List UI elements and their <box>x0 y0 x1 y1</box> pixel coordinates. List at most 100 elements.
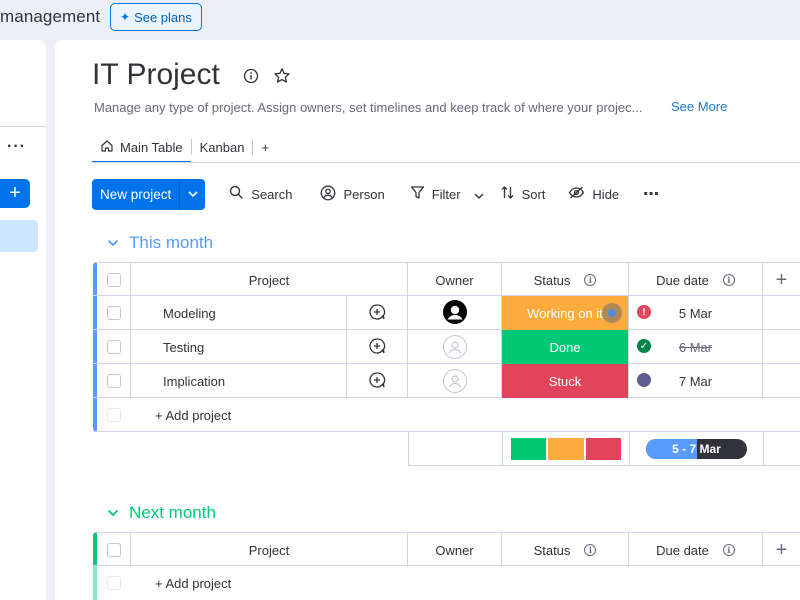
info-icon[interactable]: i <box>584 544 597 556</box>
add-update-icon[interactable] <box>368 337 386 358</box>
group-header-this-month[interactable]: This month <box>107 233 213 253</box>
tab-kanban[interactable]: Kanban <box>192 132 253 162</box>
sort-button[interactable]: Sort <box>500 185 546 203</box>
info-icon[interactable]: i <box>722 274 735 286</box>
status-segment <box>510 437 547 460</box>
group-header-next-month[interactable]: Next month <box>107 503 216 523</box>
avatar[interactable] <box>442 299 467 327</box>
due-date-value: 5 Mar <box>678 305 713 321</box>
owner-cell[interactable] <box>408 296 502 330</box>
filter-button[interactable]: Filter <box>410 185 484 203</box>
column-header-project[interactable]: Project <box>131 533 408 567</box>
select-all-cell[interactable] <box>93 533 131 567</box>
overdue-alert-icon: ! <box>637 305 651 319</box>
status-summary-cell[interactable] <box>503 432 630 466</box>
sort-label: Sort <box>521 186 546 202</box>
page-title[interactable]: IT Project <box>92 58 220 92</box>
search-button[interactable]: Search <box>229 185 292 203</box>
empty-avatar-icon[interactable] <box>442 369 467 393</box>
more-actions-icon[interactable]: ⋯ <box>643 184 659 204</box>
column-header-project[interactable]: Project <box>131 263 408 297</box>
see-plans-button[interactable]: ✦ See plans <box>110 3 202 31</box>
row-checkbox[interactable] <box>106 306 121 320</box>
new-project-button[interactable]: New project <box>92 178 206 210</box>
empty-avatar-icon[interactable] <box>442 335 467 359</box>
add-project-input[interactable]: + Add project <box>131 566 800 600</box>
add-view-button[interactable]: + <box>253 132 277 162</box>
tab-label: Kanban <box>199 139 245 155</box>
column-header-status[interactable]: Status i <box>502 533 629 567</box>
info-icon[interactable]: i <box>584 274 597 286</box>
chevron-down-icon[interactable] <box>107 506 119 520</box>
see-more-link[interactable]: See More <box>671 99 727 114</box>
info-icon[interactable]: i <box>722 544 735 556</box>
timeline-bar[interactable]: 5 - 7 Mar <box>646 438 747 459</box>
table-row[interactable]: Modeling Working on it ! 5 Mar <box>93 296 800 330</box>
status-header-label: Status <box>533 542 571 558</box>
row-select-cell[interactable] <box>93 364 131 398</box>
status-cell[interactable]: Done <box>502 330 629 364</box>
add-item-row[interactable]: + Add project <box>93 566 800 600</box>
view-tabs: Main Table Kanban + <box>92 132 277 163</box>
summary-empty-cell <box>764 432 800 466</box>
table-header-row: Project Owner Status i Due date i + <box>93 262 800 297</box>
add-update-cell[interactable] <box>347 330 408 364</box>
summary-owner-cell <box>409 432 503 466</box>
star-icon[interactable] <box>273 67 291 90</box>
add-update-cell[interactable] <box>347 364 408 398</box>
table-row[interactable]: Testing Done ✓ 6 Mar <box>93 330 800 364</box>
new-project-label: New project <box>100 186 172 202</box>
add-update-cell[interactable] <box>347 296 408 330</box>
column-header-owner[interactable]: Owner <box>408 533 502 567</box>
sidebar-item-selected[interactable] <box>0 220 38 252</box>
status-segment <box>583 437 622 460</box>
select-all-checkbox[interactable] <box>106 273 121 287</box>
column-header-status[interactable]: Status i <box>502 263 629 297</box>
hide-button[interactable]: Hide <box>568 185 619 203</box>
chevron-down-icon[interactable] <box>107 236 119 250</box>
column-header-due-date[interactable]: Due date i <box>629 263 763 297</box>
timeline-label: 5 - 7 Mar <box>672 441 721 456</box>
group-title[interactable]: Next month <box>129 503 216 523</box>
row-checkbox[interactable] <box>106 374 121 388</box>
add-project-input[interactable]: + Add project <box>131 398 800 432</box>
row-checkbox[interactable] <box>106 340 121 354</box>
due-date-cell[interactable]: 7 Mar <box>629 364 763 398</box>
chevron-down-icon[interactable] <box>474 187 484 202</box>
add-update-icon[interactable] <box>368 303 386 324</box>
project-name-cell[interactable]: Implication <box>131 364 347 398</box>
project-name-cell[interactable]: Modeling <box>131 296 347 330</box>
product-name: management <box>0 7 101 26</box>
eye-off-icon <box>568 185 585 203</box>
column-header-due-date[interactable]: Due date i <box>629 533 763 567</box>
chevron-down-icon[interactable] <box>179 178 205 210</box>
column-header-owner[interactable]: Owner <box>408 263 502 297</box>
add-column-button[interactable]: + <box>763 263 800 297</box>
more-options-icon[interactable]: ··· <box>7 138 26 156</box>
tab-main-table[interactable]: Main Table <box>92 132 191 163</box>
status-cell[interactable]: Stuck <box>502 364 629 398</box>
add-item-button[interactable]: + <box>0 179 30 208</box>
group-title[interactable]: This month <box>129 233 213 253</box>
owner-cell[interactable] <box>408 364 502 398</box>
status-header-label: Status <box>533 272 571 288</box>
row-checkbox <box>107 408 121 422</box>
row-select-cell[interactable] <box>93 296 131 330</box>
row-select-cell[interactable] <box>93 330 131 364</box>
filter-icon <box>410 185 425 203</box>
add-item-row[interactable]: + Add project <box>93 398 800 432</box>
person-filter-button[interactable]: Person <box>320 185 385 204</box>
project-name-cell[interactable]: Testing <box>131 330 347 364</box>
timeline-summary-cell[interactable]: 5 - 7 Mar <box>630 432 764 466</box>
due-date-cell[interactable]: ! 5 Mar <box>629 296 763 330</box>
add-update-icon[interactable] <box>368 371 386 392</box>
table-row[interactable]: Implication Stuck 7 Mar <box>93 364 800 398</box>
add-column-button[interactable]: + <box>763 533 800 567</box>
owner-cell[interactable] <box>408 330 502 364</box>
status-cell[interactable]: Working on it <box>502 296 629 330</box>
status-distribution-bar[interactable] <box>510 437 622 460</box>
due-date-cell[interactable]: ✓ 6 Mar <box>629 330 763 364</box>
select-all-checkbox[interactable] <box>106 543 121 557</box>
info-icon[interactable] <box>243 68 259 89</box>
select-all-cell[interactable] <box>93 263 131 297</box>
